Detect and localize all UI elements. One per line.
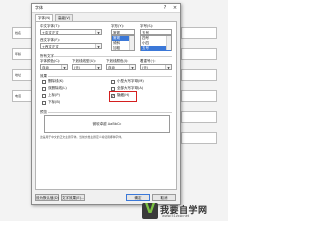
preview-hint: 这是用于中文的正文主题字体。当前文档主题定义将使用哪种字体。 (40, 135, 124, 139)
double-strikethrough-label: 双删除线(L) (48, 86, 67, 90)
tab-advanced[interactable]: 高级(V) (55, 14, 74, 21)
double-strikethrough-checkbox[interactable] (42, 87, 46, 91)
chevron-down-icon: ▼ (129, 65, 135, 69)
effects-group-label: 效果 (40, 74, 47, 78)
set-default-button[interactable]: 设为默认值(D) (35, 194, 59, 201)
logo-letter: V (145, 202, 156, 217)
chevron-down-icon: ▼ (95, 65, 101, 69)
table-cell: 姓名 (15, 31, 22, 35)
table-row (181, 48, 217, 60)
site-url: www.51zxw.net (162, 214, 190, 218)
subscript-checkbox[interactable] (42, 101, 46, 105)
site-watermark: V 我要自学网 www.51zxw.net (142, 202, 226, 219)
western-font-dropdown[interactable]: +西文正文 ▼ (40, 43, 102, 49)
cjk-font-dropdown[interactable]: +中文正文 ▼ (40, 29, 102, 35)
strikethrough-label: 删除线(K) (48, 79, 64, 83)
emphasis-value: (无) (142, 66, 149, 70)
chevron-down-icon: ▼ (165, 65, 171, 69)
strikethrough-checkbox[interactable] (42, 80, 46, 84)
preview-sample-text: 微软卓越 AaBbCc (92, 122, 122, 126)
divider (48, 76, 172, 77)
site-logo: V (142, 202, 158, 219)
dialog-titlebar: 字体 ? × (32, 4, 180, 13)
table-row (181, 111, 217, 123)
subscript-label: 下标(B) (48, 100, 61, 104)
western-font-value: +西文正文 (42, 45, 59, 49)
dialog-title: 字体 (35, 5, 43, 10)
underline-color-dropdown[interactable]: 自动 ▼ (106, 64, 136, 70)
dialog-tabs: 字体(N) 高级(V) (35, 14, 177, 22)
ok-button[interactable]: 确定 (126, 194, 150, 201)
chevron-down-icon: ▼ (95, 44, 101, 48)
chevron-down-icon: ▼ (61, 65, 67, 69)
text-effects-button[interactable]: 文字效果(E)... (61, 194, 85, 201)
style-listbox[interactable]: 常规 倾斜 加粗 (111, 35, 135, 51)
scrollbar[interactable] (129, 36, 134, 50)
divider (48, 112, 172, 113)
help-button[interactable]: ? (160, 4, 170, 12)
font-color-value: 自动 (42, 66, 49, 70)
divider (54, 56, 172, 57)
table-row: 姓名 (12, 27, 32, 39)
small-caps-checkbox[interactable] (111, 80, 115, 84)
underline-value: (无) (74, 66, 81, 70)
table-row: 年龄 (12, 48, 32, 60)
table-row (181, 90, 217, 102)
font-color-dropdown[interactable]: 自动 ▼ (40, 64, 68, 70)
font-dialog: 字体 ? × 字体(N) 高级(V) 中文字体(T): +中文正文 ▼ 字形(Y… (31, 3, 181, 205)
cjk-font-value: +中文正文 (42, 31, 59, 35)
table-cell: 电话 (15, 94, 22, 98)
small-caps-label: 小型大写字母(M) (117, 79, 144, 83)
table-cell: 地址 (15, 73, 22, 77)
close-button[interactable]: × (170, 4, 180, 12)
superscript-label: 上标(P) (48, 93, 60, 97)
chevron-down-icon: ▼ (95, 30, 101, 34)
scrollbar[interactable] (166, 36, 171, 50)
underline-dropdown[interactable]: (无) ▼ (72, 64, 102, 70)
table-cell: 年龄 (15, 52, 22, 56)
underline-color-value: 自动 (108, 66, 115, 70)
cancel-button[interactable]: 取消 (152, 194, 176, 201)
emphasis-dropdown[interactable]: (无) ▼ (140, 64, 172, 70)
superscript-checkbox[interactable] (42, 94, 46, 98)
font-panel: 中文字体(T): +中文正文 ▼ 字形(Y): 常规 常规 倾斜 加粗 字号(S… (35, 21, 177, 190)
preview-box: 微软卓越 AaBbCc (44, 115, 170, 133)
size-listbox[interactable]: 四号 小四 五号 (140, 35, 172, 51)
table-row: 电话 (12, 90, 32, 102)
table-row (181, 27, 217, 39)
table-row (181, 132, 217, 144)
highlight-annotation (109, 91, 137, 102)
table-row (181, 69, 217, 81)
table-row: 地址 (12, 69, 32, 81)
